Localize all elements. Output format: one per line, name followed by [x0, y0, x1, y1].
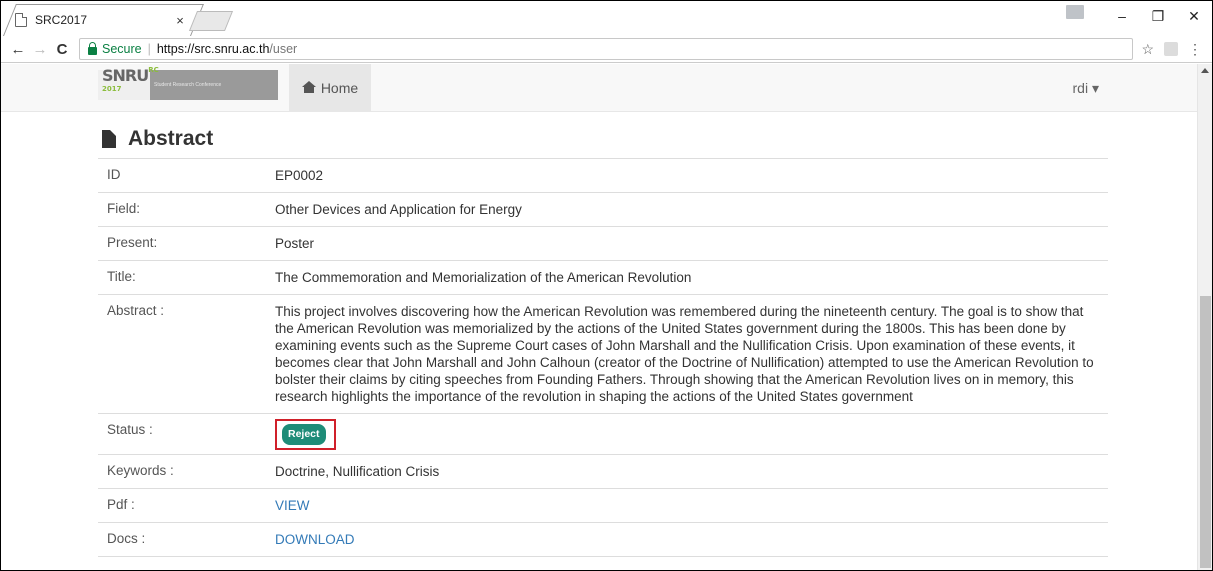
docs-download-link[interactable]: DOWNLOAD: [275, 532, 355, 547]
scroll-up-icon[interactable]: [1201, 68, 1209, 73]
new-tab-button[interactable]: [188, 11, 234, 31]
abstract-panel: Abstract ID EP0002 Field: Other Devices …: [98, 119, 1108, 557]
toolbar-actions: ☆ ⋮: [1141, 41, 1202, 58]
row-value: Doctrine, Nullification Crisis: [275, 464, 440, 479]
close-window-button[interactable]: ✕: [1176, 8, 1212, 25]
page-icon: [15, 13, 27, 27]
url-host: https://src.snru.ac.th: [156, 42, 270, 56]
row-label: ID: [107, 167, 121, 182]
address-bar[interactable]: Secure | https://src.snru.ac.th/user: [79, 38, 1134, 60]
scroll-thumb[interactable]: [1200, 296, 1211, 568]
address-toolbar: ← → C Secure | https://src.snru.ac.th/us…: [1, 36, 1212, 63]
lock-icon: [88, 42, 97, 55]
logo-subtitle: Student Research Conference: [154, 82, 222, 88]
forward-button[interactable]: →: [29, 41, 51, 58]
row-label: Docs :: [107, 531, 146, 546]
row-value: DOWNLOAD: [275, 523, 1108, 556]
url-path: /user: [269, 42, 298, 56]
page-title: Abstract: [98, 119, 1108, 159]
status-highlight-box: Reject: [275, 419, 336, 450]
reload-button[interactable]: C: [51, 41, 73, 58]
abstract-text: This project involves discovering how th…: [275, 304, 1094, 404]
browser-tab-content[interactable]: SRC2017 ×: [15, 10, 191, 30]
row-label: Keywords :: [107, 463, 174, 478]
row-value: VIEW: [275, 489, 1108, 522]
minimize-button[interactable]: –: [1104, 8, 1140, 24]
back-button[interactable]: ←: [7, 41, 29, 58]
bookmark-star-icon[interactable]: ☆: [1141, 41, 1154, 58]
home-label: Home: [320, 80, 359, 96]
page-title-text: Abstract: [128, 126, 214, 150]
extension-icon[interactable]: [1164, 42, 1178, 56]
row-value: The Commemoration and Memorialization of…: [275, 270, 692, 285]
tab-title: SRC2017: [35, 13, 88, 27]
detail-row-pdf: Pdf : VIEW: [98, 489, 1108, 523]
separator: |: [147, 42, 151, 56]
home-icon: [301, 81, 316, 93]
row-label: Abstract :: [107, 303, 165, 318]
row-value: Other Devices and Application for Energy: [275, 202, 522, 217]
window-controls: – ❐ ✕: [1066, 1, 1212, 31]
page-viewport: SNRURC 2017 Student Research Conference …: [1, 64, 1198, 570]
tab-strip: SRC2017 × – ❐ ✕: [1, 1, 1212, 36]
row-value: EP0002: [275, 168, 324, 183]
status-badge: Reject: [282, 424, 326, 445]
row-label: Title:: [107, 269, 136, 284]
row-value: Poster: [275, 236, 315, 251]
restore-button[interactable]: ❐: [1140, 8, 1176, 25]
logo-mark: SNRURC 2017: [102, 66, 159, 93]
detail-row-title: Title: The Commemoration and Memorializa…: [98, 261, 1108, 295]
detail-row-docs: Docs : DOWNLOAD: [98, 523, 1108, 557]
row-label: Present:: [107, 235, 158, 250]
row-label: Field:: [107, 201, 141, 216]
file-icon: [102, 129, 116, 148]
detail-row-present: Present: Poster: [98, 227, 1108, 261]
profile-icon[interactable]: [1066, 5, 1084, 19]
detail-row-id: ID EP0002: [98, 159, 1108, 193]
pdf-view-link[interactable]: VIEW: [275, 498, 310, 513]
site-navbar: SNRURC 2017 Student Research Conference …: [1, 64, 1198, 112]
row-label: Pdf :: [107, 497, 135, 512]
secure-label: Secure: [102, 42, 142, 56]
nav-home-link[interactable]: Home: [289, 64, 371, 112]
row-label: Status :: [107, 422, 153, 437]
close-tab-icon[interactable]: ×: [173, 13, 187, 28]
detail-row-keywords: Keywords : Doctrine, Nullification Crisi…: [98, 455, 1108, 489]
menu-icon[interactable]: ⋮: [1188, 41, 1202, 58]
detail-row-abstract: Abstract : This project involves discove…: [98, 295, 1108, 414]
detail-row-status: Status : Reject: [98, 414, 1108, 455]
site-logo[interactable]: SNRURC 2017 Student Research Conference: [98, 66, 278, 100]
vertical-scrollbar[interactable]: [1197, 64, 1212, 570]
browser-window: SRC2017 × – ❐ ✕ ← → C Secure | https://s…: [0, 0, 1213, 571]
row-value: Reject: [275, 414, 1108, 454]
user-dropdown[interactable]: rdi ▾: [1073, 80, 1099, 97]
detail-row-field: Field: Other Devices and Application for…: [98, 193, 1108, 227]
